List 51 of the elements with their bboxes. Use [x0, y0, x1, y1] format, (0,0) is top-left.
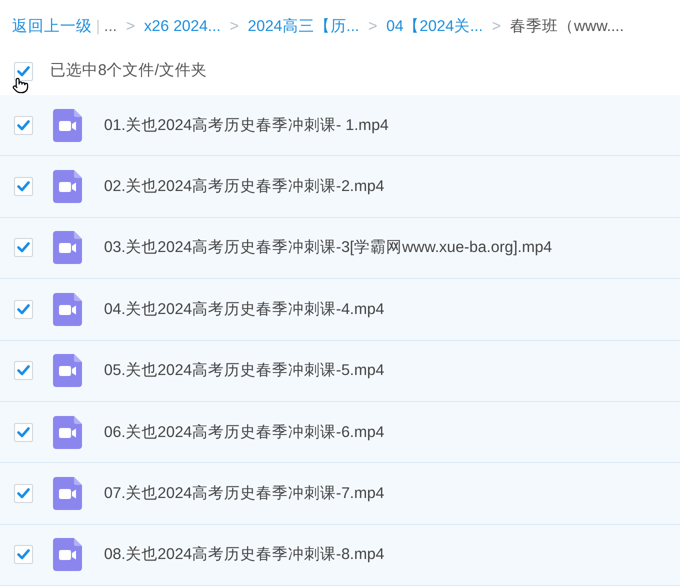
checkbox[interactable] — [14, 545, 33, 564]
file-name: 05.关也2024高考历史春季冲刺课-5.mp4 — [104, 361, 384, 382]
breadcrumb-separator: | — [96, 17, 100, 38]
video-file-icon — [53, 354, 82, 388]
file-name: 02.关也2024高考历史春季冲刺课-2.mp4 — [104, 176, 384, 197]
video-file-icon — [53, 170, 82, 204]
file-row[interactable]: 04.关也2024高考历史春季冲刺课-4.mp4 — [0, 279, 680, 341]
checkbox[interactable] — [14, 62, 33, 80]
video-file-icon — [53, 416, 82, 449]
checkbox[interactable] — [14, 361, 33, 380]
video-file-icon — [53, 292, 82, 326]
file-row[interactable]: 05.关也2024高考历史春季冲刺课-5.mp4 — [0, 340, 680, 402]
ellipsis-link[interactable]: ... — [104, 15, 117, 39]
file-row[interactable]: 03.关也2024高考历史春季冲刺课-3[学霸网www.xue-ba.org].mp4 — [0, 218, 680, 280]
file-row[interactable]: 07.关也2024高考历史春季冲刺课-7.mp4 — [0, 463, 680, 525]
video-file-icon — [53, 108, 82, 142]
checkbox[interactable] — [14, 238, 33, 258]
checkbox[interactable] — [14, 422, 33, 442]
video-file-icon — [53, 477, 82, 510]
check-icon — [17, 365, 30, 376]
check-icon — [17, 120, 30, 131]
hand-cursor-icon — [12, 76, 29, 95]
check-icon — [17, 66, 30, 76]
selection-count: 已选中8个文件/文件夹 — [50, 61, 207, 82]
check-icon — [17, 242, 30, 254]
file-row[interactable]: 01.关也2024高考历史春季冲刺课- 1.mp4 — [0, 95, 680, 156]
file-name: 07.关也2024高考历史春季冲刺课-7.mp4 — [104, 484, 384, 504]
file-row[interactable]: 06.关也2024高考历史春季冲刺课-6.mp4 — [0, 402, 680, 464]
checkbox[interactable] — [14, 116, 33, 135]
video-file-icon — [53, 231, 82, 264]
checkbox[interactable] — [14, 177, 33, 196]
video-file-icon — [53, 538, 82, 572]
file-name: 03.关也2024高考历史春季冲刺课-3[学霸网www.xue-ba.org].mp4 — [104, 238, 552, 258]
current-folder: 春季班（www.... — [510, 17, 624, 38]
breadcrumb-separator: > — [230, 17, 239, 38]
breadcrumb-separator: > — [492, 17, 501, 38]
file-row[interactable]: 08.关也2024高考历史春季冲刺课-8.mp4 — [0, 524, 680, 586]
check-icon — [17, 181, 30, 192]
file-name: 04.关也2024高考历史春季冲刺课-4.mp4 — [104, 300, 384, 320]
check-icon — [17, 488, 30, 500]
check-icon — [17, 549, 30, 560]
check-icon — [17, 426, 30, 438]
breadcrumb-separator: > — [368, 17, 378, 38]
checkbox[interactable] — [14, 484, 33, 504]
file-row[interactable]: 02.关也2024高考历史春季冲刺课-2.mp4 — [0, 156, 680, 218]
file-name: 08.关也2024高考历史春季冲刺课-8.mp4 — [104, 545, 384, 566]
check-icon — [17, 304, 30, 315]
file-name: 06.关也2024高考历史春季冲刺课-6.mp4 — [104, 422, 384, 443]
breadcrumb-separator: > — [126, 17, 136, 38]
file-name: 01.关也2024高考历史春季冲刺课- 1.mp4 — [104, 116, 389, 136]
checkbox[interactable] — [14, 300, 33, 319]
